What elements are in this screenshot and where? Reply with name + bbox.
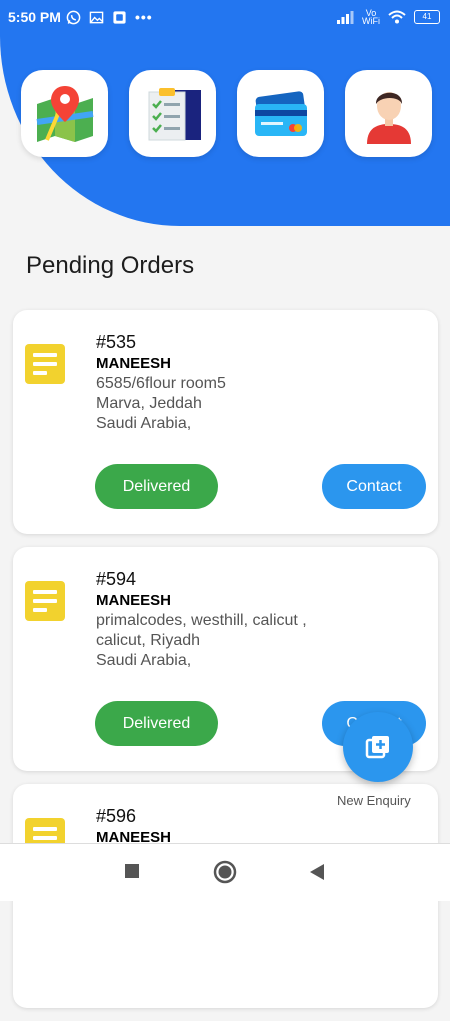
whatsapp-icon [66, 10, 81, 24]
address-line: calicut, Riyadh [96, 632, 201, 649]
recent-apps-button[interactable] [124, 863, 140, 884]
address-line: Marva, Jeddah [96, 395, 202, 412]
wifi-icon [388, 10, 406, 24]
back-icon [310, 864, 324, 880]
quick-actions [21, 70, 432, 157]
vowifi-bottom: WiFi [362, 16, 380, 26]
credit-card-icon [254, 90, 307, 136]
order-card[interactable]: #535 MANEESH 6585/6flour room5 Marva, Je… [13, 310, 438, 534]
page-title: Pending Orders [26, 252, 195, 279]
address-line: Saudi Arabia, [96, 415, 192, 432]
contact-button[interactable]: Contact [322, 464, 426, 509]
new-enquiry-label: New Enquiry [337, 793, 411, 808]
app-icon [113, 10, 126, 24]
status-bar: 5:50 PM ••• Vo WiFi 41 [0, 0, 450, 34]
status-system-icons: Vo WiFi 41 [336, 9, 440, 26]
more-notifications-indicator: ••• [135, 9, 153, 25]
orders-list: #535 MANEESH 6585/6flour room5 Marva, Je… [13, 310, 438, 1021]
checklist-button[interactable] [129, 70, 216, 157]
checklist-icon [148, 87, 201, 140]
status-time: 5:50 PM [8, 9, 61, 25]
system-nav-bar [0, 843, 450, 901]
customer-name: MANEESH [96, 592, 172, 609]
address-line: primalcodes, westhill, calicut , [96, 612, 307, 629]
battery-icon: 41 [414, 10, 440, 24]
back-button[interactable] [309, 863, 325, 886]
vowifi-indicator: Vo WiFi [362, 9, 380, 26]
order-id: #594 [96, 569, 137, 589]
delivered-button[interactable]: Delivered [95, 464, 218, 509]
document-icon [25, 344, 65, 384]
profile-icon [366, 91, 411, 144]
home-button[interactable] [213, 860, 237, 889]
delivered-button[interactable]: Delivered [95, 701, 218, 746]
map-icon [36, 85, 93, 142]
status-notification-icons: ••• [66, 9, 153, 25]
address-line: Saudi Arabia, [96, 652, 192, 669]
address-line: 6585/6flour room5 [96, 375, 226, 392]
credit-card-button[interactable] [237, 70, 324, 157]
new-enquiry-button[interactable] [343, 712, 413, 782]
customer-name: MANEESH [96, 355, 172, 372]
add-document-icon [365, 736, 389, 759]
signal-icon [337, 11, 354, 24]
battery-level: 41 [422, 12, 432, 21]
recent-apps-icon [125, 864, 139, 878]
profile-button[interactable] [345, 70, 432, 157]
map-button[interactable] [21, 70, 108, 157]
order-id: #535 [96, 332, 137, 352]
document-icon [25, 581, 65, 621]
home-icon [213, 860, 237, 884]
gallery-icon [89, 11, 104, 23]
